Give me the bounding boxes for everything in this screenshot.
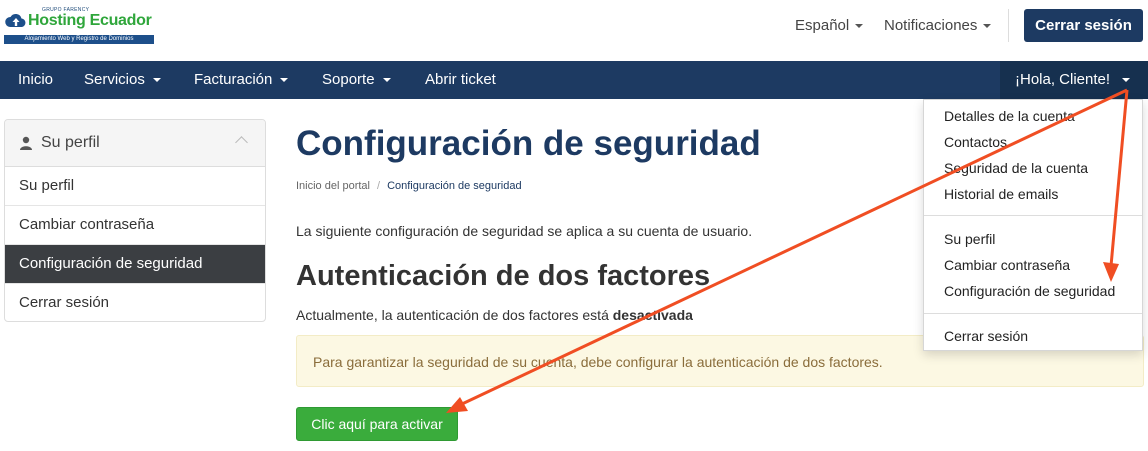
nav-services-label: Servicios bbox=[84, 71, 145, 88]
menu-item-contacts[interactable]: Contactos bbox=[944, 134, 1007, 150]
caret-down-icon bbox=[280, 78, 289, 83]
menu-divider bbox=[924, 215, 1142, 216]
sidebar-item-profile[interactable]: Su perfil bbox=[5, 167, 265, 206]
menu-item-change-password[interactable]: Cambiar contraseña bbox=[944, 257, 1070, 273]
section-title: Autenticación de dos factores bbox=[296, 260, 711, 292]
menu-item-account-security[interactable]: Seguridad de la cuenta bbox=[944, 160, 1088, 176]
intro-text: La siguiente configuración de seguridad … bbox=[296, 223, 753, 239]
nav-billing[interactable]: Facturación bbox=[194, 71, 289, 88]
account-greeting: ¡Hola, Cliente! bbox=[1015, 71, 1111, 88]
breadcrumb: Inicio del portal / Configuración de segur… bbox=[296, 180, 522, 192]
user-icon bbox=[20, 136, 32, 150]
nav-billing-label: Facturación bbox=[194, 71, 273, 88]
menu-divider bbox=[924, 313, 1142, 314]
language-selector[interactable]: Español bbox=[795, 17, 864, 34]
logout-button[interactable]: Cerrar sesión bbox=[1024, 9, 1143, 42]
page-title: Configuración de seguridad bbox=[296, 124, 761, 163]
account-dropdown-menu: Detalles de la cuenta Contactos Segurida… bbox=[923, 99, 1143, 351]
menu-item-logout[interactable]: Cerrar sesión bbox=[944, 328, 1028, 344]
profile-sidebar: Su perfil Su perfil Cambiar contraseña C… bbox=[4, 119, 266, 322]
caret-down-icon bbox=[382, 78, 391, 83]
main-navbar: Inicio Servicios Facturación Soporte Abr… bbox=[0, 61, 1148, 99]
logo-wordmark: Hosting Ecuador bbox=[28, 12, 152, 29]
logo[interactable]: GRUPO FARENCY Hosting Ecuador Alojamient… bbox=[4, 6, 156, 46]
nav-home-label: Inicio bbox=[18, 71, 54, 88]
nav-support[interactable]: Soporte bbox=[322, 71, 391, 88]
breadcrumb-home[interactable]: Inicio del portal bbox=[296, 180, 370, 192]
sidebar-item-security-settings[interactable]: Configuración de seguridad bbox=[5, 245, 265, 284]
sidebar-title: Su perfil bbox=[41, 134, 100, 151]
language-label: Español bbox=[795, 17, 850, 34]
cloud-upload-icon bbox=[5, 14, 26, 27]
sidebar-item-logout[interactable]: Cerrar sesión bbox=[5, 284, 265, 321]
top-header: GRUPO FARENCY Hosting Ecuador Alojamient… bbox=[0, 0, 1148, 61]
notifications-label: Notificaciones bbox=[884, 17, 978, 34]
sidebar-header[interactable]: Su perfil bbox=[5, 120, 265, 167]
chevron-up-icon[interactable] bbox=[235, 136, 248, 149]
menu-item-account-details[interactable]: Detalles de la cuenta bbox=[944, 108, 1075, 124]
header-divider bbox=[1008, 9, 1009, 42]
nav-open-ticket[interactable]: Abrir ticket bbox=[425, 71, 496, 88]
logo-tagline: Alojamiento Web y Registro de Dominios bbox=[4, 35, 154, 44]
status-value: desactivada bbox=[612, 307, 693, 323]
caret-down-icon bbox=[152, 78, 161, 83]
breadcrumb-separator: / bbox=[377, 180, 381, 192]
activate-2fa-button[interactable]: Clic aquí para activar bbox=[296, 407, 458, 441]
two-factor-status: Actualmente, la autenticación de dos fac… bbox=[296, 307, 693, 323]
menu-item-email-history[interactable]: Historial de emails bbox=[944, 186, 1058, 202]
nav-support-label: Soporte bbox=[322, 71, 375, 88]
account-menu-toggle[interactable]: ¡Hola, Cliente! bbox=[1000, 61, 1148, 99]
nav-open-ticket-label: Abrir ticket bbox=[425, 71, 496, 88]
menu-item-profile[interactable]: Su perfil bbox=[944, 231, 995, 247]
breadcrumb-current[interactable]: Configuración de seguridad bbox=[387, 180, 522, 192]
nav-home[interactable]: Inicio bbox=[18, 71, 53, 88]
nav-services[interactable]: Servicios bbox=[84, 71, 161, 88]
caret-down-icon bbox=[855, 24, 864, 29]
sidebar-item-change-password[interactable]: Cambiar contraseña bbox=[5, 206, 265, 245]
caret-down-icon bbox=[1122, 78, 1130, 82]
notifications-menu[interactable]: Notificaciones bbox=[884, 17, 992, 34]
caret-down-icon bbox=[983, 24, 992, 29]
status-prefix: Actualmente, la autenticación de dos fac… bbox=[296, 307, 609, 323]
alert-text: Para garantizar la seguridad de su cuent… bbox=[313, 354, 883, 370]
menu-item-security-settings[interactable]: Configuración de seguridad bbox=[944, 283, 1115, 299]
